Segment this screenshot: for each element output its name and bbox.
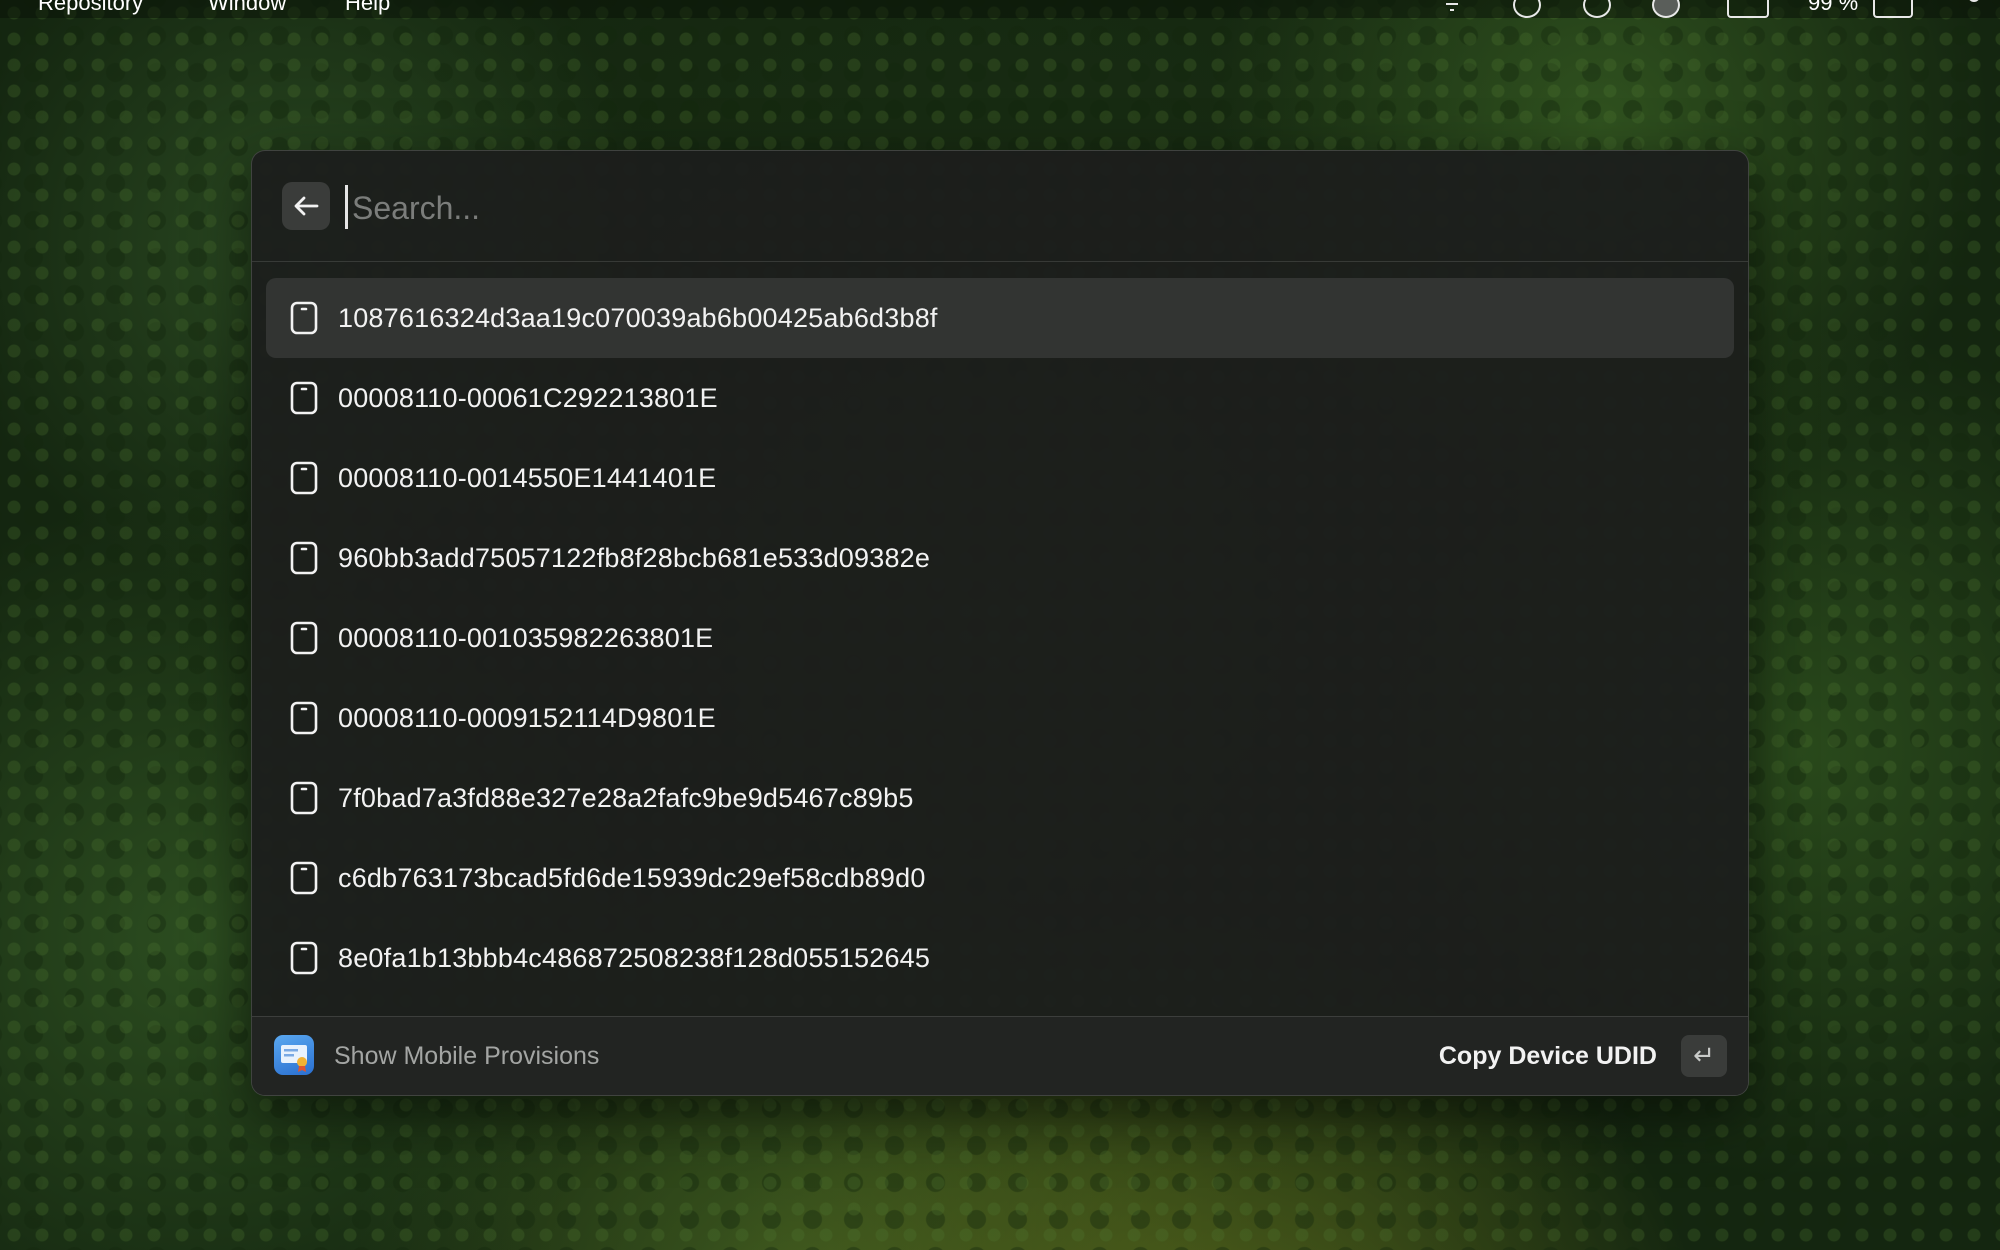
battery-percentage: 99 % [1808,0,1859,15]
control-center-icon[interactable] [1960,0,1988,18]
device-row[interactable]: 7f0bad7a3fd88e327e28a2fafc9be9d5467c89b5 [266,758,1734,838]
device-row[interactable]: 00008110-00061C292213801E [266,358,1734,438]
device-row[interactable]: 1087616324d3aa19c070039ab6b00425ab6d3b8f [266,278,1734,358]
mobile-device-icon [290,861,318,895]
device-udid: 00008110-001035982263801E [338,623,714,653]
mobile-device-icon [290,941,318,975]
mobile-device-icon [290,541,318,575]
search-input[interactable] [350,179,1654,237]
copy-device-udid-button[interactable]: Copy Device UDID [1439,1017,1657,1095]
device-row[interactable]: 960bb3add75057122fb8f28bcb681e533d09382e [266,518,1734,598]
device-row[interactable]: 00008110-0014550E1441401E [266,438,1734,518]
device-row[interactable]: c6db763173bcad5fd6de15939dc29ef58cdb89d0 [266,838,1734,918]
mobile-device-icon [290,301,318,335]
device-udid: 1087616324d3aa19c070039ab6b00425ab6d3b8f [338,303,938,333]
action-bar: Show Mobile Provisions Copy Device UDID … [252,1016,1748,1095]
device-row[interactable]: 8e0fa1b13bbb4c486872508238f128d055152645 [266,918,1734,998]
mobile-device-icon [290,781,318,815]
status-sync-icon[interactable] [1513,0,1541,18]
return-key-glyph: ↵ [1693,1041,1715,1071]
device-udid: 960bb3add75057122fb8f28bcb681e533d09382e [338,543,931,573]
status-keyboard-icon[interactable] [1727,0,1769,18]
app-icon [274,1035,314,1075]
mobile-device-icon [290,701,318,735]
mobile-device-icon [290,461,318,495]
status-globe-icon[interactable] [1652,0,1680,18]
arrow-left-icon [294,196,319,216]
status-clock-icon[interactable] [1583,0,1611,18]
menu-item-repository[interactable]: Repository [38,0,143,16]
show-mobile-provisions-button[interactable]: Show Mobile Provisions [334,1017,599,1095]
device-udid: 8e0fa1b13bbb4c486872508238f128d055152645 [338,943,931,973]
device-row[interactable]: 00008110-001035982263801E [266,598,1734,678]
device-udid: 00008110-0014550E1441401E [338,463,717,493]
mobile-device-icon [290,381,318,415]
menu-bar: Repository Window Help 99 % [0,0,2000,18]
back-button[interactable] [282,182,330,230]
menu-item-window[interactable]: Window [208,0,286,16]
search-bar [252,151,1748,261]
device-udid: 00008110-0009152114D9801E [338,703,716,733]
device-row[interactable]: 00008110-0009152114D9801E [266,678,1734,758]
divider [252,261,1748,262]
menu-item-help[interactable]: Help [345,0,390,16]
device-udid: 7f0bad7a3fd88e327e28a2fafc9be9d5467c89b5 [338,783,914,813]
command-palette: 1087616324d3aa19c070039ab6b00425ab6d3b8f… [251,150,1749,1096]
device-list: 1087616324d3aa19c070039ab6b00425ab6d3b8f… [266,278,1734,998]
device-udid: 00008110-00061C292213801E [338,383,718,413]
status-wifi-icon[interactable] [1438,0,1466,18]
device-udid: c6db763173bcad5fd6de15939dc29ef58cdb89d0 [338,863,926,893]
battery-icon[interactable] [1873,0,1913,18]
return-key-icon[interactable]: ↵ [1681,1035,1727,1077]
mobile-device-icon [290,621,318,655]
text-cursor [345,185,348,229]
